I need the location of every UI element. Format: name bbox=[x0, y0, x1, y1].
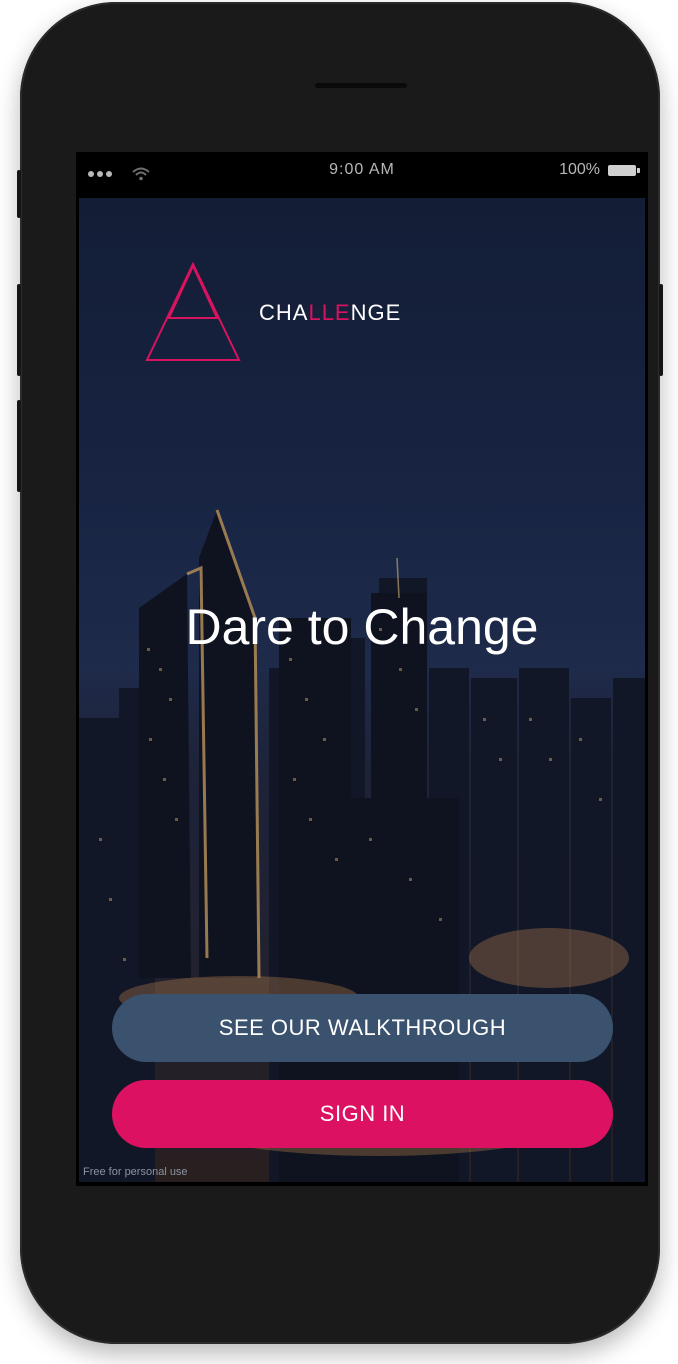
battery-icon bbox=[608, 164, 640, 176]
triangle-logo-icon bbox=[145, 261, 241, 361]
status-bar: 9:00 AM 100% bbox=[76, 152, 648, 198]
sign-in-button[interactable]: SIGN IN bbox=[112, 1080, 613, 1148]
volume-up-button bbox=[17, 284, 21, 376]
welcome-screen: CHALLENGE Dare to Change SEE OUR WALKTHR… bbox=[79, 198, 645, 1182]
walkthrough-button[interactable]: SEE OUR WALKTHROUGH bbox=[112, 994, 613, 1062]
volume-down-button bbox=[17, 400, 21, 492]
battery-percentage: 100% bbox=[559, 161, 600, 178]
brand-name-suffix: NGE bbox=[350, 300, 402, 325]
mute-switch bbox=[17, 170, 21, 218]
brand-name-accent: LLE bbox=[308, 300, 351, 325]
brand-name: CHALLENGE bbox=[259, 300, 401, 326]
power-button bbox=[659, 284, 663, 376]
watermark: Free for personal use bbox=[83, 1166, 188, 1178]
screen: 9:00 AM 100% CHALLENGE Dare to Change SE… bbox=[76, 152, 648, 1186]
earpiece-speaker bbox=[315, 83, 407, 88]
brand-name-prefix: CHA bbox=[259, 300, 309, 325]
phone-frame: 9:00 AM 100% CHALLENGE Dare to Change SE… bbox=[17, 2, 663, 1344]
page-title: Dare to Change bbox=[185, 599, 539, 655]
